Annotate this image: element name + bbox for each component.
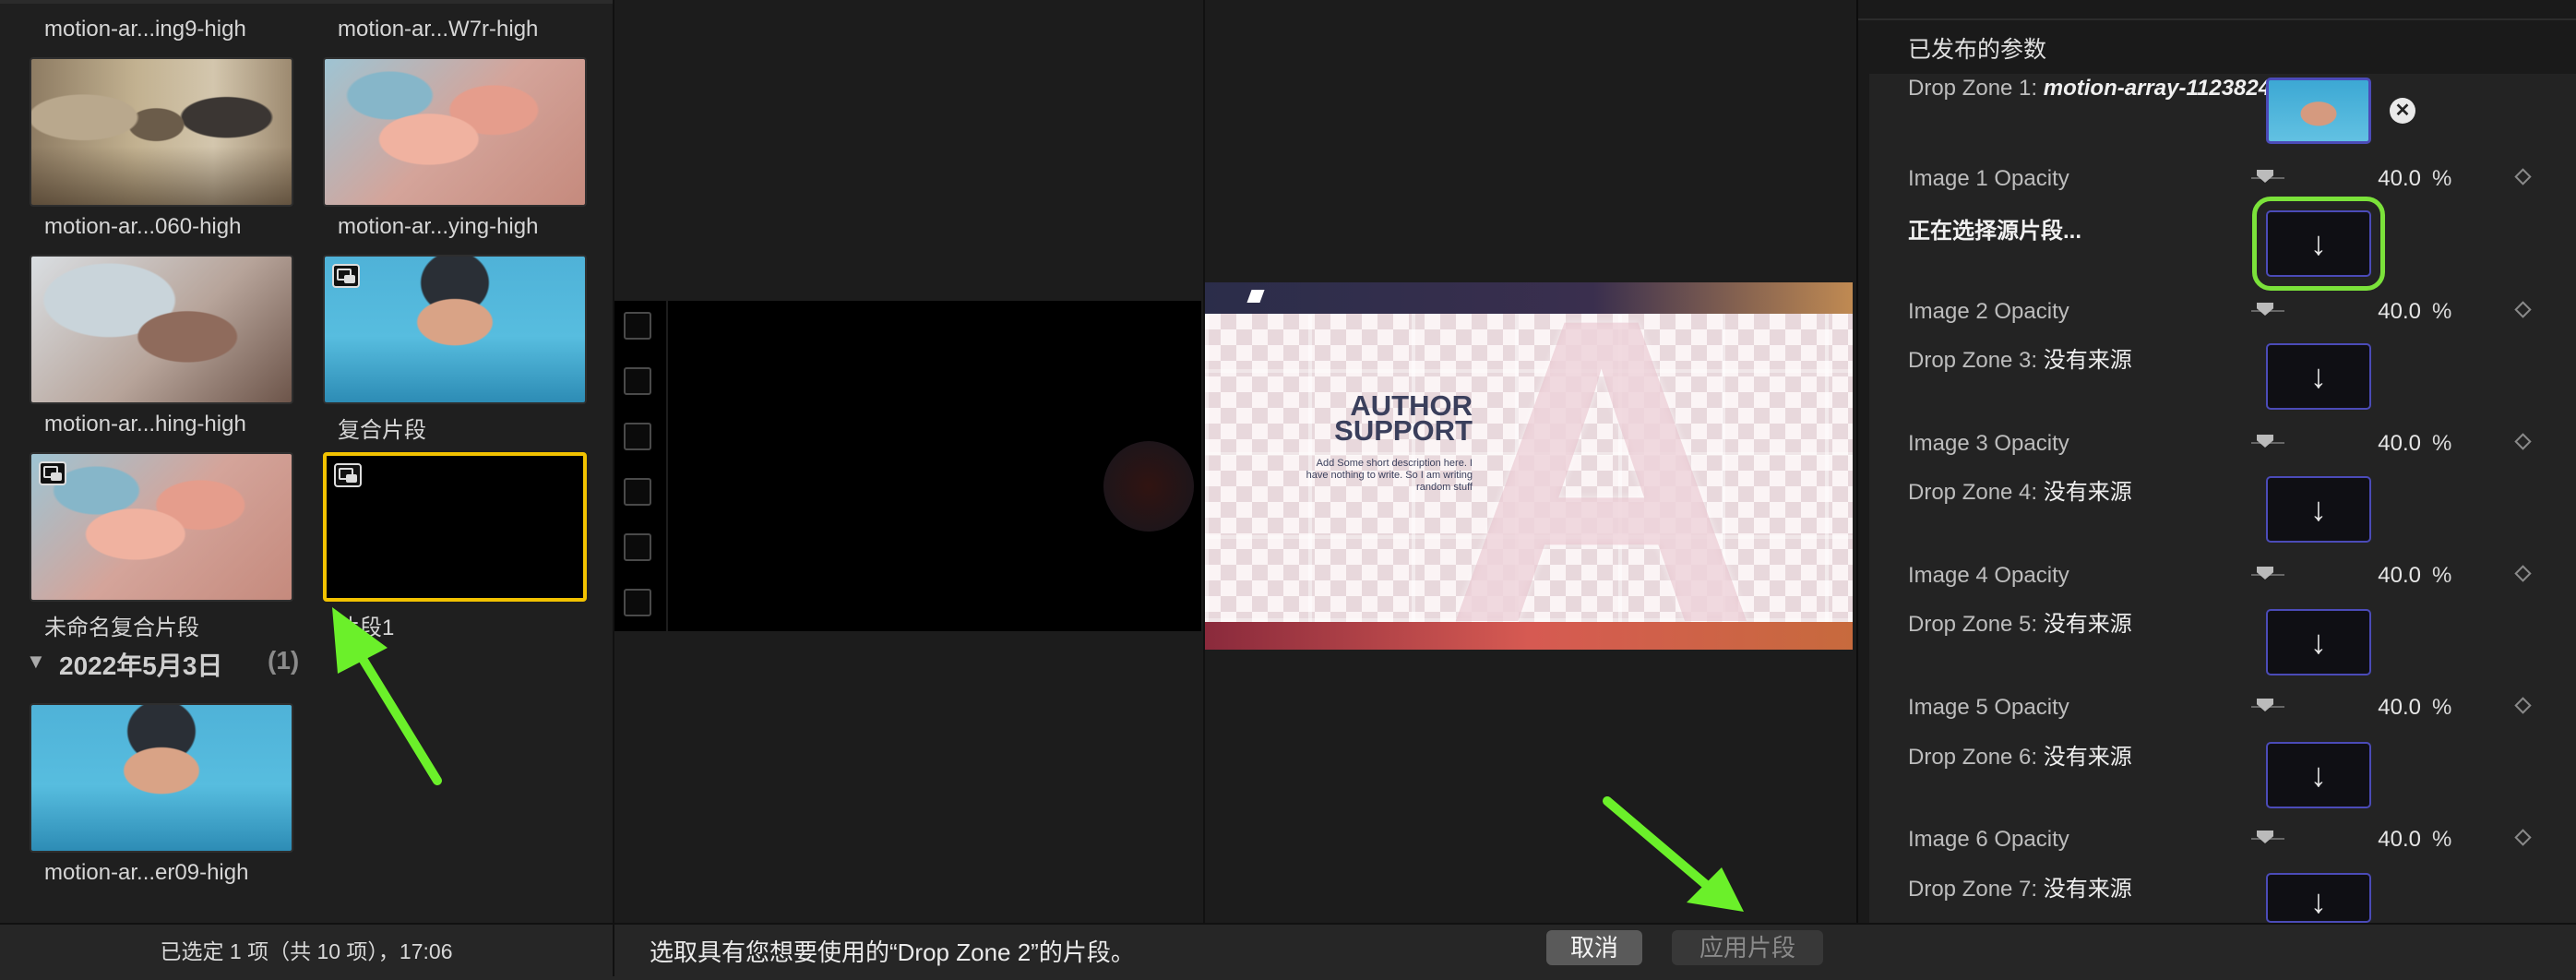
template-description: Add Some short description here. I have … (1306, 458, 1473, 493)
drop-zone-source: 没有来源 (2043, 612, 2132, 637)
selection-status: 已选定 1 项（共 10 项），17:06 (160, 939, 453, 963)
clip-thumbnail[interactable] (30, 703, 293, 853)
viewer-checkbox[interactable] (624, 589, 651, 616)
opacity-label: Image 1 Opacity (1908, 166, 2069, 191)
cancel-button[interactable]: 取消 (1546, 930, 1642, 965)
opacity-label: Image 5 Opacity (1908, 695, 2069, 720)
drop-zone-2-well[interactable]: ↓ (2252, 197, 2385, 291)
template-big-letter: A (1445, 282, 1759, 650)
template-preview[interactable]: A AUTHOR SUPPORT Add Some short descript… (1205, 282, 1853, 650)
drop-zone-prefix: Drop Zone 4: (1908, 480, 2044, 505)
apply-clip-button[interactable]: 应用片段 (1672, 930, 1823, 965)
percent-unit: % (2432, 299, 2452, 324)
section-title: 已发布的参数 (1908, 37, 2047, 63)
arrow-down-icon: ↓ (2310, 623, 2327, 661)
opacity-value[interactable]: 40.0 (2325, 431, 2421, 457)
percent-unit: % (2432, 695, 2452, 720)
clip-label: motion-ar...ying-high (338, 214, 539, 239)
drop-zone-label: Drop Zone 3: 没有来源 (1908, 341, 2132, 374)
percent-unit: % (2432, 827, 2452, 852)
clip-label: 复合片段 (338, 418, 426, 443)
date-group-count: (1) (268, 646, 300, 675)
drop-zone-label: Drop Zone 4: 没有来源 (1908, 473, 2132, 506)
template-title-line: SUPPORT (1334, 414, 1473, 447)
drop-zone-1-well[interactable] (2266, 78, 2371, 144)
clip-thumbnail[interactable] (30, 57, 293, 207)
selected-clip-thumbnail[interactable] (323, 452, 587, 602)
clip-label: motion-ar...er09-high (44, 860, 249, 885)
selecting-source-label: 正在选择源片段... (1908, 219, 2082, 244)
compound-clip-thumbnail[interactable] (323, 255, 587, 404)
drop-zone-well[interactable]: ↓ (2266, 742, 2371, 808)
viewer-divider (666, 301, 668, 631)
compound-clip-icon (39, 461, 66, 485)
opacity-label: Image 3 Opacity (1908, 431, 2069, 456)
clip-label: motion-ar...ing9-high (44, 17, 246, 42)
arrow-down-icon: ↓ (2310, 882, 2327, 920)
clip-thumbnail[interactable] (323, 57, 587, 207)
drop-zone-label: Drop Zone 7: 没有来源 (1908, 870, 2132, 902)
arrow-down-icon: ↓ (2310, 357, 2327, 395)
percent-unit: % (2432, 166, 2452, 191)
drop-zone-label: Drop Zone 5: 没有来源 (1908, 605, 2132, 638)
template-title: AUTHOR SUPPORT (1316, 391, 1473, 447)
arrow-down-icon: ↓ (2310, 756, 2327, 794)
drop-zone-prefix: Drop Zone 1: (1908, 76, 2044, 101)
viewer-checkbox[interactable] (624, 367, 651, 395)
disclosure-triangle-icon[interactable]: ▼ (26, 650, 46, 674)
clip-label: 未命名复合片段 (44, 615, 199, 640)
drop-zone-1-label: Drop Zone 1: motion-array-1123824 (1908, 76, 2271, 102)
template-logo (1246, 290, 1265, 303)
compound-clip-icon (334, 463, 362, 487)
viewer-checkbox[interactable] (624, 423, 651, 450)
drop-zone-source: 没有来源 (2043, 348, 2132, 373)
drop-zone-source: motion-array-1123824 (2043, 76, 2272, 101)
drop-zone-prefix: Drop Zone 7: (1908, 877, 2044, 902)
drop-zone-well[interactable]: ↓ (2266, 609, 2371, 675)
percent-unit: % (2432, 563, 2452, 588)
clip-label: motion-ar...W7r-high (338, 17, 539, 42)
drop-zone-prefix: Drop Zone 5: (1908, 612, 2044, 637)
browser-top-edge (0, 0, 613, 4)
opacity-label: Image 4 Opacity (1908, 563, 2069, 588)
arrow-down-icon: ↓ (2310, 224, 2327, 262)
drop-zone-well[interactable]: ↓ (2266, 343, 2371, 410)
opacity-label: Image 6 Opacity (1908, 827, 2069, 852)
viewer-checkbox[interactable] (624, 312, 651, 340)
viewer-checkbox[interactable] (624, 533, 651, 561)
drop-zone-prefix: Drop Zone 6: (1908, 745, 2044, 770)
drop-zone-source: 没有来源 (2043, 745, 2132, 770)
opacity-label: Image 2 Opacity (1908, 299, 2069, 324)
template-bottom-bar (1205, 622, 1853, 650)
opacity-value[interactable]: 40.0 (2325, 166, 2421, 192)
percent-unit: % (2432, 431, 2452, 456)
clip-thumbnail[interactable] (30, 255, 293, 404)
opacity-value[interactable]: 40.0 (2325, 827, 2421, 853)
instruction-text: 选取具有您想要使用的“Drop Zone 2”的片段。 (650, 938, 1135, 966)
browser-panel: motion-ar...ing9-high motion-ar...W7r-hi… (0, 0, 614, 978)
date-group-title: 2022年5月3日 (59, 651, 223, 680)
drop-zone-source: 没有来源 (2043, 877, 2132, 902)
opacity-value[interactable]: 40.0 (2325, 695, 2421, 721)
compound-clip-thumbnail[interactable] (30, 452, 293, 602)
clip-label: motion-ar...hing-high (44, 412, 246, 436)
clear-source-icon[interactable]: ✕ (2390, 98, 2415, 124)
drop-zone-source: 没有来源 (2043, 480, 2132, 505)
watermark-logo (1103, 441, 1194, 532)
viewer-checkbox[interactable] (624, 478, 651, 506)
drop-zone-well[interactable]: ↓ (2266, 476, 2371, 543)
opacity-value[interactable]: 40.0 (2325, 563, 2421, 589)
drop-zone-prefix: Drop Zone 3: (1908, 348, 2044, 373)
inspector-divider (1858, 18, 2576, 20)
annotation-arrow (1603, 796, 1744, 912)
compound-clip-icon (332, 264, 360, 288)
arrow-down-icon: ↓ (2310, 490, 2327, 528)
drop-zone-well[interactable]: ↓ (2266, 873, 2371, 923)
drop-zone-label: Drop Zone 6: 没有来源 (1908, 738, 2132, 771)
annotation-arrow (332, 607, 442, 785)
clip-label: motion-ar...060-high (44, 214, 242, 239)
opacity-value[interactable]: 40.0 (2325, 299, 2421, 325)
